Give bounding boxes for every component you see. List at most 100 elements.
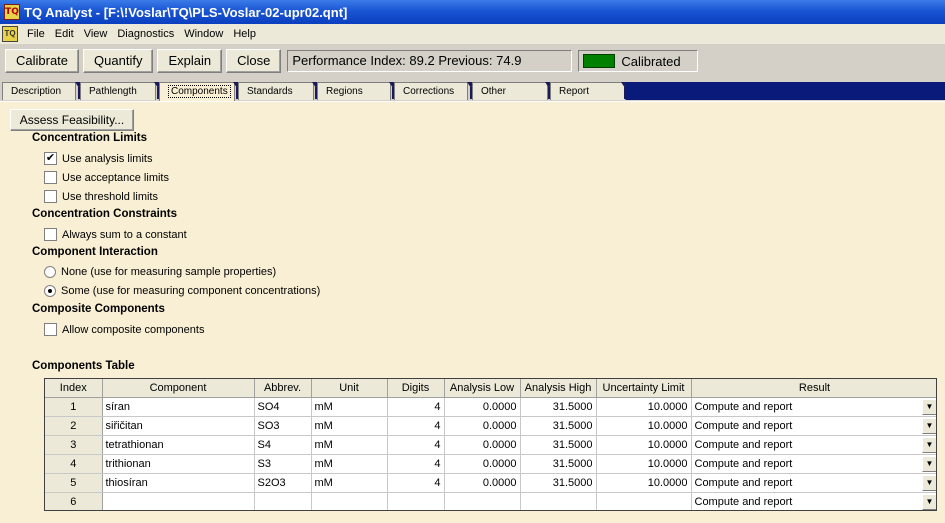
abbrev-cell[interactable]: S4 (254, 435, 312, 455)
result-cell[interactable]: Compute and report ▼ (691, 473, 936, 493)
tab-regions[interactable]: Regions (317, 82, 391, 100)
analysis-high-cell[interactable]: 31.5000 (520, 454, 597, 474)
column-header-result[interactable]: Result (691, 379, 936, 398)
always-sum-checkbox[interactable] (44, 228, 57, 241)
tab-corrections[interactable]: Corrections (394, 82, 468, 100)
index-cell[interactable]: 4 (45, 454, 103, 474)
component-cell[interactable]: síran (102, 397, 255, 417)
menu-file[interactable]: File (24, 28, 52, 40)
result-cell[interactable]: Compute and report ▼ (691, 454, 936, 474)
column-header-index[interactable]: Index (45, 379, 103, 398)
component-cell[interactable]: siřičitan (102, 416, 255, 436)
column-header-digits[interactable]: Digits (387, 379, 445, 398)
column-header-analysis-high[interactable]: Analysis High (520, 379, 597, 398)
digits-cell[interactable]: 4 (387, 397, 445, 417)
menu-edit[interactable]: Edit (52, 28, 81, 40)
table-row[interactable]: 3 tetrathionan S4 mM 4 0.0000 31.5000 10.0000 Co… (45, 435, 936, 455)
chevron-down-icon[interactable]: ▼ (921, 455, 936, 472)
result-cell[interactable]: Compute and report ▼ (691, 416, 936, 436)
uncertainty-limit-cell[interactable]: 10.0000 (596, 454, 692, 474)
interaction-none-radio[interactable] (44, 266, 56, 278)
use-acceptance-limits-checkbox[interactable] (44, 171, 57, 184)
abbrev-cell[interactable]: SO4 (254, 397, 312, 417)
digits-cell[interactable]: 4 (387, 435, 445, 455)
uncertainty-limit-cell[interactable] (596, 492, 692, 510)
explain-button[interactable]: Explain (157, 49, 223, 73)
chevron-down-icon[interactable]: ▼ (921, 436, 936, 453)
option-interaction-none[interactable]: None (use for measuring sample propertie… (44, 266, 276, 278)
quantify-button[interactable]: Quantify (83, 49, 154, 73)
analysis-high-cell[interactable] (520, 492, 597, 510)
calibrate-button[interactable]: Calibrate (5, 49, 80, 73)
option-use-threshold-limits[interactable]: Use threshold limits (44, 190, 158, 203)
menu-help[interactable]: Help (230, 28, 263, 40)
chevron-down-icon[interactable]: ▼ (921, 417, 936, 434)
analysis-high-cell[interactable]: 31.5000 (520, 435, 597, 455)
column-header-analysis-low[interactable]: Analysis Low (444, 379, 521, 398)
tab-other[interactable]: Other (472, 82, 548, 100)
unit-cell[interactable]: mM (311, 454, 388, 474)
close-button[interactable]: Close (226, 49, 282, 73)
abbrev-cell[interactable]: S2O3 (254, 473, 312, 493)
uncertainty-limit-cell[interactable]: 10.0000 (596, 416, 692, 436)
tab-pathlength[interactable]: Pathlength (80, 82, 156, 100)
analysis-high-cell[interactable]: 31.5000 (520, 473, 597, 493)
digits-cell[interactable]: 4 (387, 416, 445, 436)
option-allow-composite[interactable]: Allow composite components (44, 323, 204, 336)
uncertainty-limit-cell[interactable]: 10.0000 (596, 435, 692, 455)
index-cell[interactable]: 6 (45, 492, 103, 510)
column-header-uncertainty-limit[interactable]: Uncertainty Limit (596, 379, 692, 398)
result-cell[interactable]: Compute and report ▼ (691, 397, 936, 417)
column-header-abbrev[interactable]: Abbrev. (254, 379, 312, 398)
unit-cell[interactable]: mM (311, 473, 388, 493)
table-row[interactable]: 2 siřičitan SO3 mM 4 0.0000 31.5000 10.0000 Comp… (45, 416, 936, 436)
tab-description[interactable]: Description (2, 82, 76, 100)
index-cell[interactable]: 5 (45, 473, 103, 493)
option-always-sum[interactable]: Always sum to a constant (44, 228, 187, 241)
analysis-low-cell[interactable]: 0.0000 (444, 454, 521, 474)
result-cell[interactable]: Compute and report ▼ (691, 435, 936, 455)
use-threshold-limits-checkbox[interactable] (44, 190, 57, 203)
analysis-low-cell[interactable]: 0.0000 (444, 473, 521, 493)
chevron-down-icon[interactable]: ▼ (921, 398, 936, 415)
component-cell[interactable]: thiosíran (102, 473, 255, 493)
allow-composite-checkbox[interactable] (44, 323, 57, 336)
interaction-some-radio[interactable] (44, 285, 56, 297)
table-row[interactable]: 4 trithionan S3 mM 4 0.0000 31.5000 10.0000 Comp… (45, 454, 936, 474)
digits-cell[interactable]: 4 (387, 454, 445, 474)
uncertainty-limit-cell[interactable]: 10.0000 (596, 473, 692, 493)
use-analysis-limits-checkbox[interactable]: ✔ (44, 152, 57, 165)
digits-cell[interactable]: 4 (387, 473, 445, 493)
abbrev-cell[interactable] (254, 492, 312, 510)
tab-standards[interactable]: Standards (238, 82, 314, 100)
index-cell[interactable]: 1 (45, 397, 103, 417)
index-cell[interactable]: 2 (45, 416, 103, 436)
unit-cell[interactable]: mM (311, 435, 388, 455)
digits-cell[interactable] (387, 492, 445, 510)
table-row[interactable]: 6 Compute and report ▼ (45, 492, 936, 510)
option-use-acceptance-limits[interactable]: Use acceptance limits (44, 171, 169, 184)
menu-diagnostics[interactable]: Diagnostics (114, 28, 181, 40)
analysis-high-cell[interactable]: 31.5000 (520, 416, 597, 436)
analysis-low-cell[interactable]: 0.0000 (444, 397, 521, 417)
option-interaction-some[interactable]: Some (use for measuring component concen… (44, 285, 320, 297)
index-cell[interactable]: 3 (45, 435, 103, 455)
analysis-low-cell[interactable] (444, 492, 521, 510)
result-cell[interactable]: Compute and report ▼ (691, 492, 936, 510)
menu-window[interactable]: Window (181, 28, 230, 40)
column-header-unit[interactable]: Unit (311, 379, 388, 398)
component-cell[interactable] (102, 492, 255, 510)
analysis-high-cell[interactable]: 31.5000 (520, 397, 597, 417)
uncertainty-limit-cell[interactable]: 10.0000 (596, 397, 692, 417)
analysis-low-cell[interactable]: 0.0000 (444, 435, 521, 455)
component-cell[interactable]: trithionan (102, 454, 255, 474)
table-row[interactable]: 1 síran SO4 mM 4 0.0000 31.5000 10.0000 Compute … (45, 397, 936, 417)
unit-cell[interactable]: mM (311, 416, 388, 436)
chevron-down-icon[interactable]: ▼ (921, 474, 936, 491)
unit-cell[interactable]: mM (311, 397, 388, 417)
option-use-analysis-limits[interactable]: ✔ Use analysis limits (44, 152, 152, 165)
tab-components[interactable]: Components (159, 82, 235, 101)
tab-report[interactable]: Report (550, 82, 626, 100)
menu-view[interactable]: View (81, 28, 115, 40)
assess-feasibility-button[interactable]: Assess Feasibility... (10, 109, 134, 131)
